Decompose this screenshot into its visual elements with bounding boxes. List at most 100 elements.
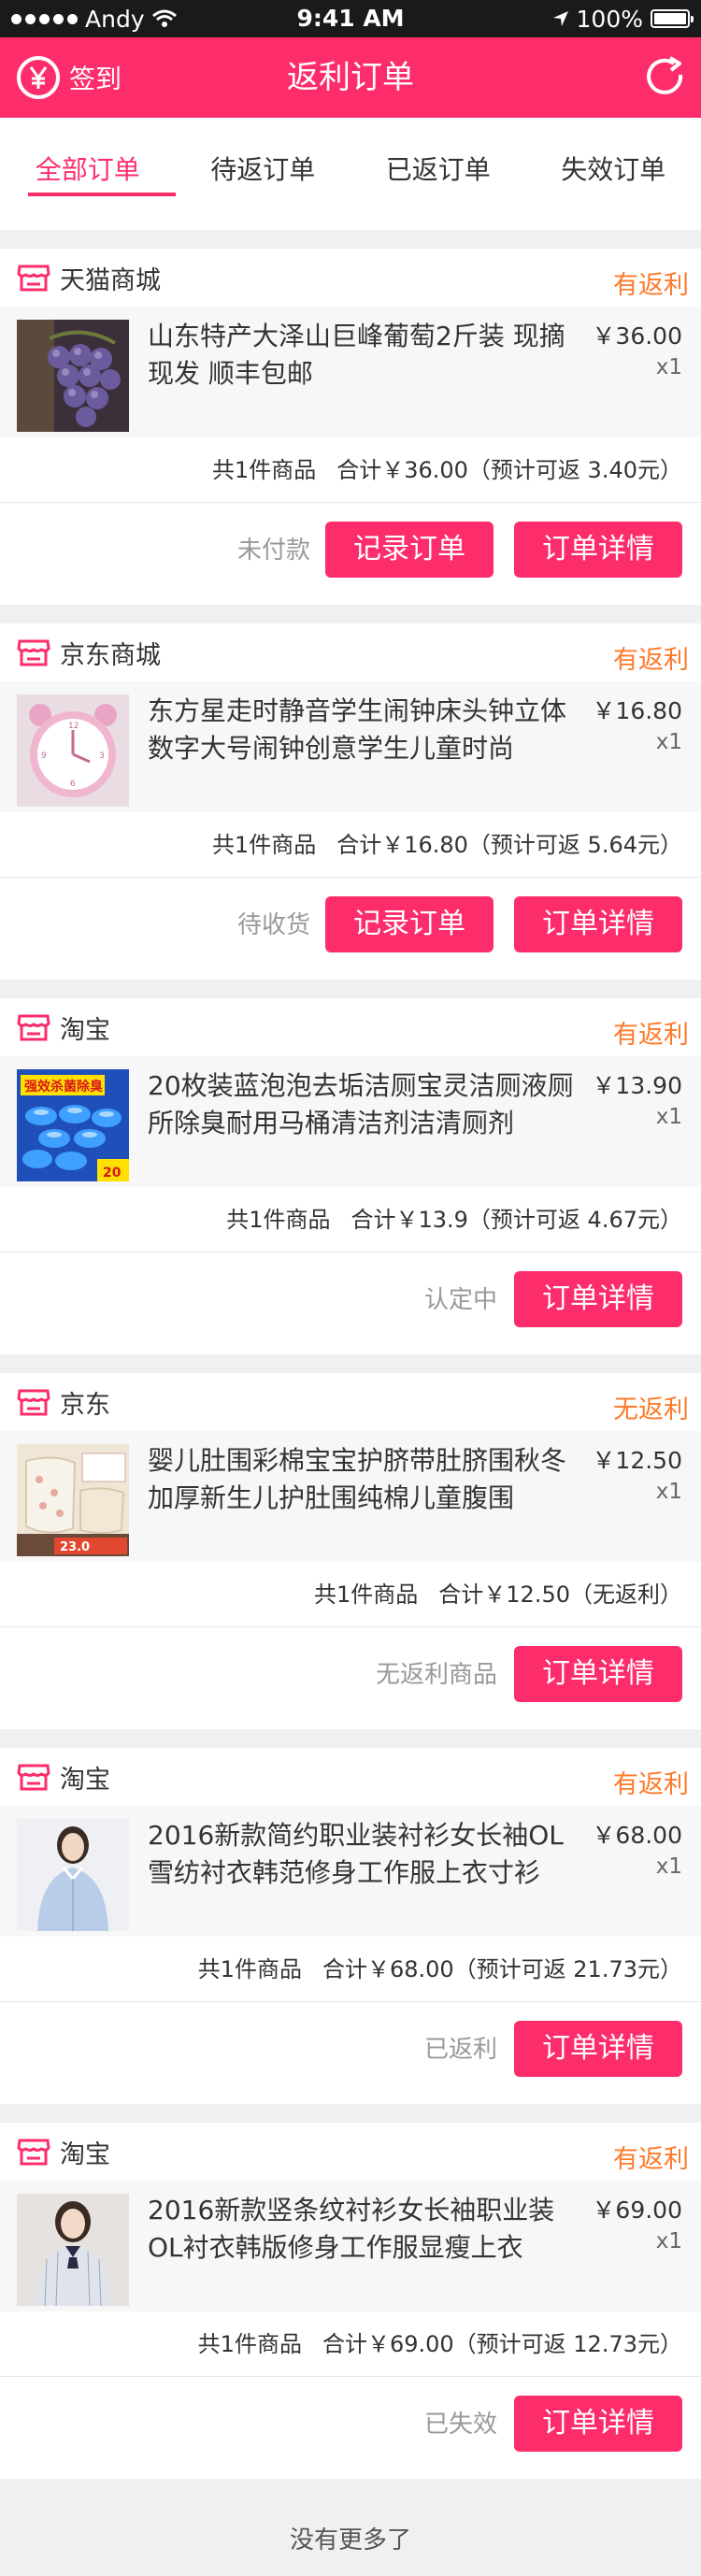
shop-icon bbox=[17, 637, 50, 667]
order-detail-button[interactable]: 订单详情 bbox=[514, 2396, 682, 2452]
product-image bbox=[17, 2194, 129, 2306]
order-item[interactable]: 2016新款竖条纹衬衫女长袖职业装OL衬衣韩版修身工作服显瘦上衣 ￥69.00 … bbox=[0, 2181, 701, 2311]
order-detail-button[interactable]: 订单详情 bbox=[514, 1271, 682, 1327]
order-total: 合计￥36.00（预计可返 3.40元） bbox=[336, 457, 682, 483]
rebate-status: 有返利 bbox=[613, 2139, 689, 2175]
shop-row[interactable]: 淘宝 有返利 bbox=[0, 2123, 701, 2181]
order-item[interactable]: 12369 东方星走时静音学生闹钟床头钟立体数字大号闹钟创意学生儿童时尚 ￥16… bbox=[0, 681, 701, 812]
order-state: 待收货 bbox=[237, 906, 310, 940]
refresh-button[interactable] bbox=[643, 54, 688, 103]
order-state: 认定中 bbox=[424, 1281, 497, 1315]
shop-name: 天猫商城 bbox=[60, 260, 161, 296]
order-summary: 共1件商品合计￥12.50（无返利） bbox=[0, 1562, 701, 1627]
tab-rebated-orders[interactable]: 已返订单 bbox=[350, 118, 526, 230]
order-item[interactable]: 山东特产大泽山巨峰葡萄2斤装 现摘现发 顺丰包邮 ￥36.00 x1 bbox=[0, 307, 701, 437]
order-actions: 已失效 订单详情 bbox=[0, 2377, 701, 2478]
product-image bbox=[17, 320, 129, 432]
order-summary: 共1件商品合计￥16.80（预计可返 5.64元） bbox=[0, 812, 701, 878]
order-card: 淘宝 有返利 2016新款简约职业装衬衫女长袖OL雪纺衬衣韩范修身工作服上衣寸衫… bbox=[0, 1748, 701, 2104]
tab-all-orders[interactable]: 全部订单 bbox=[0, 118, 176, 230]
product-image: 23.0 bbox=[17, 1444, 129, 1556]
shop-row[interactable]: 京东 无返利 bbox=[0, 1373, 701, 1431]
order-actions: 已返利 订单详情 bbox=[0, 2002, 701, 2103]
shop-row[interactable]: 天猫商城 有返利 bbox=[0, 249, 701, 307]
rebate-status: 有返利 bbox=[613, 1764, 689, 1800]
record-order-button[interactable]: 记录订单 bbox=[325, 896, 494, 952]
svg-text:3: 3 bbox=[99, 751, 105, 761]
shop-row[interactable]: 京东商城 有返利 bbox=[0, 623, 701, 681]
battery-percent: 100% bbox=[577, 6, 643, 33]
order-total: 合计￥16.80（预计可返 5.64元） bbox=[336, 832, 682, 858]
item-count: 共1件商品 bbox=[212, 457, 316, 483]
product-title: 山东特产大泽山巨峰葡萄2斤装 现摘现发 顺丰包邮 bbox=[148, 318, 578, 393]
refresh-icon bbox=[643, 54, 688, 99]
product-price: ￥13.90 bbox=[592, 1067, 682, 1101]
order-card: 淘宝 有返利 2016新款竖条纹衬衫女长袖职业装OL衬衣韩版修身工作服显瘦上衣 … bbox=[0, 2123, 701, 2479]
order-actions: 无返利商品 订单详情 bbox=[0, 1627, 701, 1728]
order-card: 淘宝 有返利 强效杀菌除臭 20 20枚装蓝泡泡去垢洁厕宝灵洁厕液厕所除臭耐用马… bbox=[0, 998, 701, 1354]
shop-icon bbox=[17, 1387, 50, 1417]
shop-icon bbox=[17, 2137, 50, 2167]
rebate-status: 有返利 bbox=[613, 265, 689, 301]
shop-name: 淘宝 bbox=[60, 1759, 110, 1796]
svg-text:6: 6 bbox=[70, 780, 76, 789]
status-right: 100% bbox=[552, 0, 690, 37]
product-quantity: x1 bbox=[656, 1480, 682, 1504]
product-quantity: x1 bbox=[656, 355, 682, 379]
product-quantity: x1 bbox=[656, 1854, 682, 1879]
order-state: 已失效 bbox=[424, 2405, 497, 2440]
location-arrow-icon bbox=[552, 10, 569, 27]
shop-icon bbox=[17, 263, 50, 293]
tab-invalid-orders[interactable]: 失效订单 bbox=[526, 118, 701, 230]
order-item[interactable]: 23.0 婴儿肚围彩棉宝宝护脐带肚脐围秋冬加厚新生儿护肚围纯棉儿童腹围 ￥12.… bbox=[0, 1431, 701, 1562]
product-image-text: 强效杀菌除臭 bbox=[24, 1079, 104, 1095]
order-actions: 未付款 记录订单 订单详情 bbox=[0, 503, 701, 604]
product-title: 20枚装蓝泡泡去垢洁厕宝灵洁厕液厕所除臭耐用马桶清洁剂洁清厕剂 bbox=[148, 1067, 578, 1142]
product-image-text: 23.0 bbox=[60, 1540, 90, 1554]
shop-name: 淘宝 bbox=[60, 1009, 110, 1046]
rebate-status: 有返利 bbox=[613, 1014, 689, 1051]
product-title: 东方星走时静音学生闹钟床头钟立体数字大号闹钟创意学生儿童时尚 bbox=[148, 693, 578, 767]
rebate-status: 有返利 bbox=[613, 639, 689, 676]
shop-name: 京东 bbox=[60, 1384, 110, 1421]
no-more-label: 没有更多了 bbox=[0, 2505, 701, 2576]
svg-text:9: 9 bbox=[41, 751, 47, 761]
order-actions: 待收货 记录订单 订单详情 bbox=[0, 878, 701, 979]
order-detail-button[interactable]: 订单详情 bbox=[514, 1646, 682, 1702]
order-item[interactable]: 2016新款简约职业装衬衫女长袖OL雪纺衬衣韩范修身工作服上衣寸衫 ￥68.00… bbox=[0, 1806, 701, 1937]
order-total: 合计￥13.9（预计可返 4.67元） bbox=[350, 1207, 682, 1233]
item-count: 共1件商品 bbox=[198, 2331, 302, 2357]
record-order-button[interactable]: 记录订单 bbox=[325, 522, 494, 578]
product-price: ￥16.80 bbox=[592, 693, 682, 726]
page-title: 返利订单 bbox=[0, 37, 701, 118]
order-detail-button[interactable]: 订单详情 bbox=[514, 522, 682, 578]
order-tabs: 全部订单 待返订单 已返订单 失效订单 bbox=[0, 118, 701, 230]
order-total: 合计￥12.50（无返利） bbox=[438, 1581, 682, 1608]
product-price: ￥36.00 bbox=[592, 318, 682, 351]
shop-row[interactable]: 淘宝 有返利 bbox=[0, 1748, 701, 1806]
rebate-status: 无返利 bbox=[613, 1389, 689, 1425]
order-detail-button[interactable]: 订单详情 bbox=[514, 896, 682, 952]
order-item[interactable]: 强效杀菌除臭 20 20枚装蓝泡泡去垢洁厕宝灵洁厕液厕所除臭耐用马桶清洁剂洁清厕… bbox=[0, 1056, 701, 1187]
product-quantity: x1 bbox=[656, 1105, 682, 1129]
item-count: 共1件商品 bbox=[212, 832, 316, 858]
order-detail-button[interactable]: 订单详情 bbox=[514, 2021, 682, 2077]
product-image: 12369 bbox=[17, 694, 129, 807]
product-image: 强效杀菌除臭 20 bbox=[17, 1069, 129, 1181]
order-summary: 共1件商品合计￥36.00（预计可返 3.40元） bbox=[0, 437, 701, 503]
item-count: 共1件商品 bbox=[198, 1956, 302, 1982]
battery-icon bbox=[651, 9, 690, 28]
order-actions: 认定中 订单详情 bbox=[0, 1252, 701, 1353]
shop-row[interactable]: 淘宝 有返利 bbox=[0, 998, 701, 1056]
order-summary: 共1件商品合计￥68.00（预计可返 21.73元） bbox=[0, 1937, 701, 2002]
order-summary: 共1件商品合计￥13.9（预计可返 4.67元） bbox=[0, 1187, 701, 1252]
order-state: 已返利 bbox=[424, 2030, 497, 2065]
order-summary: 共1件商品合计￥69.00（预计可返 12.73元） bbox=[0, 2311, 701, 2377]
product-title: 2016新款竖条纹衬衫女长袖职业装OL衬衣韩版修身工作服显瘦上衣 bbox=[148, 2192, 578, 2267]
shop-icon bbox=[17, 1012, 50, 1042]
product-quantity: x1 bbox=[656, 2229, 682, 2254]
product-image-count: 20 bbox=[103, 1166, 122, 1181]
product-title: 2016新款简约职业装衬衫女长袖OL雪纺衬衣韩范修身工作服上衣寸衫 bbox=[148, 1817, 578, 1892]
shop-icon bbox=[17, 1762, 50, 1792]
tab-pending-orders[interactable]: 待返订单 bbox=[176, 118, 351, 230]
